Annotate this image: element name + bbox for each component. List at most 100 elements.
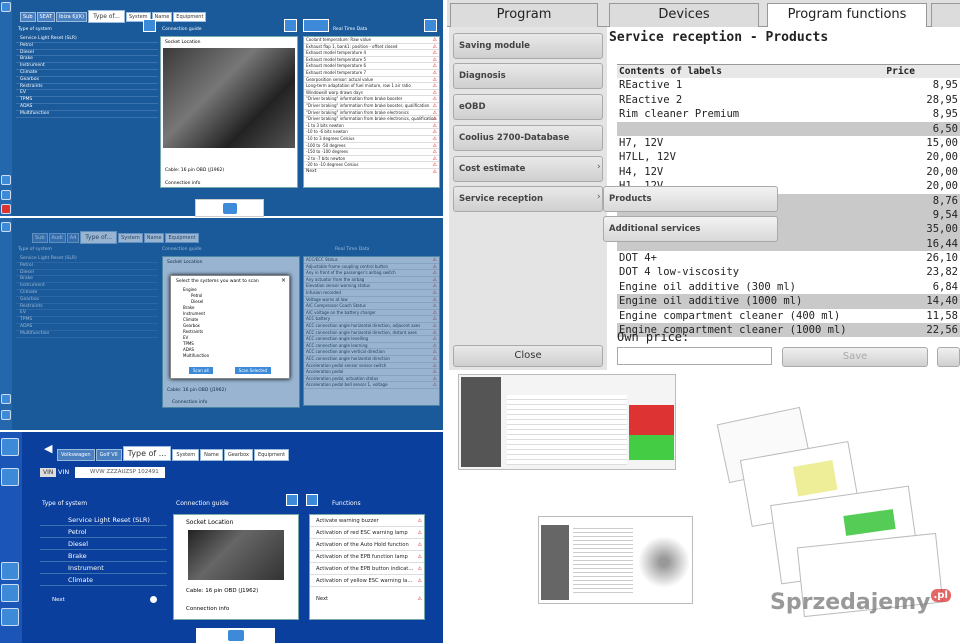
car-icon[interactable]: [1, 468, 19, 486]
tab-gearbox[interactable]: Gearbox: [223, 449, 253, 461]
list-item[interactable]: -150 to -100 degrees: [304, 149, 439, 156]
list-item[interactable]: Voltage warns at low: [304, 297, 439, 304]
list-item[interactable]: Activation of the EPB button indicat...: [310, 563, 424, 575]
list-item[interactable]: Climate: [16, 70, 158, 77]
list-item[interactable]: "Driver braking" information from brake …: [304, 103, 439, 110]
tab-more[interactable]: [931, 3, 960, 27]
scan-button[interactable]: [196, 628, 275, 643]
menu-cost-estimate[interactable]: Cost estimate: [453, 156, 603, 182]
list-item[interactable]: Brake: [40, 550, 167, 562]
list-item[interactable]: Adjustable frame coupling control button: [304, 264, 439, 271]
list-item[interactable]: -1 to 3 bits newton: [304, 123, 439, 130]
menu-diagnosis[interactable]: Diagnosis: [453, 63, 603, 89]
menu-service-reception[interactable]: Service reception: [453, 186, 603, 212]
dialog-item[interactable]: Multifunction: [183, 353, 289, 359]
list-item[interactable]: Petrol: [16, 263, 158, 270]
list-item[interactable]: Climate: [40, 574, 167, 586]
list-item[interactable]: Instrument: [40, 562, 167, 574]
print-icon[interactable]: [286, 494, 298, 506]
print-icon[interactable]: [284, 19, 297, 32]
list-item[interactable]: Activation of red ESC warning lamp: [310, 527, 424, 539]
search-icon[interactable]: [143, 19, 156, 32]
list-item[interactable]: Petrol: [40, 526, 167, 538]
list-item[interactable]: -20 to -10 degrees Celsius: [304, 162, 439, 169]
chevron-right-icon[interactable]: [150, 596, 157, 603]
table-row[interactable]: REactive 2 28,95: [617, 93, 960, 107]
table-row[interactable]: H4, 12V 20,00: [617, 165, 960, 179]
list-item[interactable]: Restraints: [16, 84, 158, 91]
list-item[interactable]: Activation of the EPB function lamp: [310, 551, 424, 563]
own-price-input[interactable]: [617, 347, 772, 365]
scan-button[interactable]: [195, 199, 264, 217]
scan-all-button[interactable]: Scan all: [189, 367, 213, 374]
list-item[interactable]: Coolant temperature: Raw value: [304, 37, 439, 44]
list-item[interactable]: ADAS: [16, 324, 158, 331]
list-item[interactable]: ACC connection angle levelling: [304, 336, 439, 343]
search-icon[interactable]: [424, 19, 437, 32]
list-item[interactable]: ACC connection angle horizontal directio…: [304, 356, 439, 363]
tab-model[interactable]: A4: [66, 233, 80, 243]
info-icon[interactable]: [1, 394, 11, 404]
list-item[interactable]: Acceleration pedal, actuation status: [304, 376, 439, 383]
home-icon[interactable]: [1, 2, 11, 12]
tab-type[interactable]: Type of...: [88, 10, 125, 23]
back-arrow-icon[interactable]: ◀: [44, 442, 52, 455]
home-icon[interactable]: [1, 222, 11, 232]
tab-equipment[interactable]: Equipment: [165, 233, 199, 243]
tab-make[interactable]: Volkswagen: [57, 449, 95, 461]
list-item[interactable]: ADAS: [16, 104, 158, 111]
table-row[interactable]: DOT 4+ 26,10: [617, 251, 960, 265]
list-item[interactable]: -2 to -7 bits newton: [304, 156, 439, 163]
close-button[interactable]: Close: [453, 345, 603, 367]
list-item[interactable]: Instrument: [16, 63, 158, 70]
list-item[interactable]: ACC/ECC Status: [304, 257, 439, 264]
list-item[interactable]: TPMS: [16, 317, 158, 324]
list-item[interactable]: Elevation sensor warning status: [304, 283, 439, 290]
globe-icon[interactable]: [1, 608, 19, 626]
list-item[interactable]: -10 to 3 degrees Celsius: [304, 136, 439, 143]
tab-equipment[interactable]: Equipment: [253, 449, 290, 461]
list-item[interactable]: Any actuator from the airbag: [304, 277, 439, 284]
tools-icon[interactable]: [303, 19, 329, 32]
settings-icon[interactable]: [1, 410, 11, 420]
list-item[interactable]: TPMS: [16, 97, 158, 104]
tab-model[interactable]: Ibiza 6J(K): [55, 12, 88, 22]
list-item[interactable]: ACC connection angle learning: [304, 343, 439, 350]
list-item[interactable]: Acceleration pedal bell sensor 1, voltag…: [304, 382, 439, 389]
settings-icon[interactable]: [1, 584, 19, 602]
menu-coolius-database[interactable]: Coolius 2700-Database: [453, 125, 603, 151]
table-row[interactable]: Engine oil additive (1000 ml) 14,40: [617, 294, 960, 309]
extra-button[interactable]: [937, 347, 960, 367]
list-item[interactable]: Instrument: [16, 283, 158, 290]
list-item[interactable]: -100 to -50 degrees: [304, 143, 439, 150]
list-item[interactable]: Multifunction: [16, 111, 158, 118]
tab-make[interactable]: Sub: [32, 233, 48, 243]
list-item[interactable]: Petrol: [16, 43, 158, 50]
list-item[interactable]: Climate: [16, 290, 158, 297]
tab-name[interactable]: Name: [143, 233, 165, 243]
list-item[interactable]: Gearbox: [16, 77, 158, 84]
tab-type[interactable]: Type of ...: [122, 446, 172, 461]
list-item[interactable]: Long-term adaptation of fuel mixture, ro…: [304, 83, 439, 90]
list-item[interactable]: Service Light Reset (SLR): [16, 36, 158, 43]
list-item[interactable]: -10 to -6 bits newton: [304, 129, 439, 136]
table-row[interactable]: H7, 12V 15,00: [617, 136, 960, 150]
list-item[interactable]: Service Light Reset (SLR): [40, 514, 167, 526]
submenu-additional-services[interactable]: Additional services: [603, 216, 778, 242]
list-item[interactable]: "Driver braking" information from brake …: [304, 116, 439, 123]
tab-make[interactable]: Sub: [20, 12, 36, 22]
table-row[interactable]: Rim cleaner Premium 8,95: [617, 107, 960, 121]
list-item[interactable]: Exhaust model temperature 7: [304, 70, 439, 77]
list-item[interactable]: Exhaust model temperature 4: [304, 50, 439, 57]
list-item[interactable]: Diesel: [40, 538, 167, 550]
list-item[interactable]: ACC connection angle vertical direction: [304, 349, 439, 356]
tab-devices[interactable]: Devices: [609, 3, 759, 27]
next-link[interactable]: Next: [52, 597, 65, 603]
list-item[interactable]: ACC battery: [304, 316, 439, 323]
table-row[interactable]: Engine oil additive (300 ml) 6,84: [617, 280, 960, 294]
list-item[interactable]: Gearbox: [16, 297, 158, 304]
list-item[interactable]: Infusion recorded: [304, 290, 439, 297]
tab-system[interactable]: System: [118, 233, 143, 243]
settings-icon[interactable]: [1, 190, 11, 200]
table-row[interactable]: H7LL, 12V 20,00: [617, 150, 960, 164]
